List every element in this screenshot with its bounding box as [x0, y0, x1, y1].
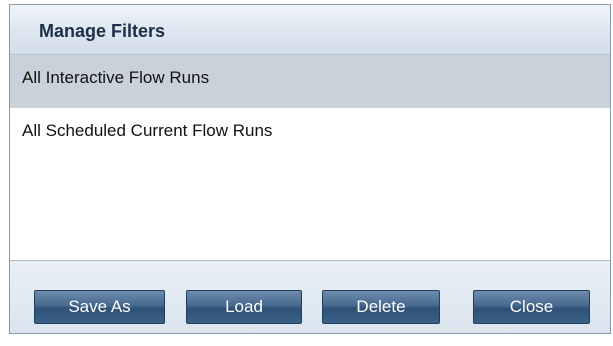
filter-item-label: All Interactive Flow Runs [22, 68, 210, 87]
filter-item-all-interactive-flow-runs[interactable]: All Interactive Flow Runs [10, 55, 610, 108]
dialog-button-bar: Save As Load Delete Close [10, 260, 610, 333]
manage-filters-dialog: Manage Filters All Interactive Flow Runs… [9, 4, 611, 334]
filter-item-all-scheduled-current-flow-runs[interactable]: All Scheduled Current Flow Runs [10, 108, 610, 161]
close-button[interactable]: Close [473, 290, 590, 324]
dialog-title-bar: Manage Filters [10, 5, 610, 55]
filter-item-label: All Scheduled Current Flow Runs [22, 121, 273, 140]
delete-button[interactable]: Delete [322, 290, 440, 324]
load-button[interactable]: Load [186, 290, 302, 324]
dialog-title: Manage Filters [39, 21, 166, 41]
save-as-button[interactable]: Save As [34, 290, 165, 324]
filter-list: All Interactive Flow Runs All Scheduled … [10, 55, 610, 260]
